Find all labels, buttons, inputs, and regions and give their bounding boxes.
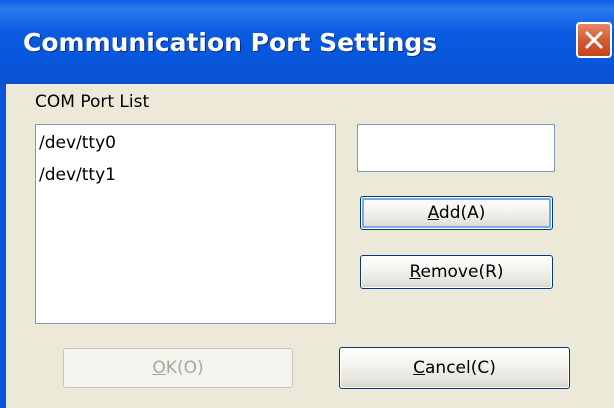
title-bar[interactable]: Communication Port Settings [0, 0, 614, 84]
com-port-listbox[interactable]: /dev/tty0 /dev/tty1 [35, 124, 336, 324]
cancel-button-label: Cancel(C) [413, 358, 496, 378]
close-icon [585, 31, 603, 49]
ok-button-label: OK(O) [152, 358, 204, 378]
cancel-button[interactable]: Cancel(C) [339, 347, 570, 389]
list-item[interactable]: /dev/tty0 [36, 131, 335, 163]
remove-button-label: Remove(R) [409, 262, 504, 282]
ok-button[interactable]: OK(O) [63, 348, 293, 388]
com-port-list-label: COM Port List [35, 92, 150, 112]
remove-button[interactable]: Remove(R) [360, 255, 553, 289]
close-button[interactable] [576, 22, 612, 58]
list-item[interactable]: /dev/tty1 [36, 163, 335, 195]
port-name-input[interactable] [357, 124, 555, 172]
window-frame-left [0, 84, 6, 408]
window-title: Communication Port Settings [23, 28, 438, 57]
add-button-label: Add(A) [427, 203, 486, 223]
add-button[interactable]: Add(A) [360, 196, 553, 230]
